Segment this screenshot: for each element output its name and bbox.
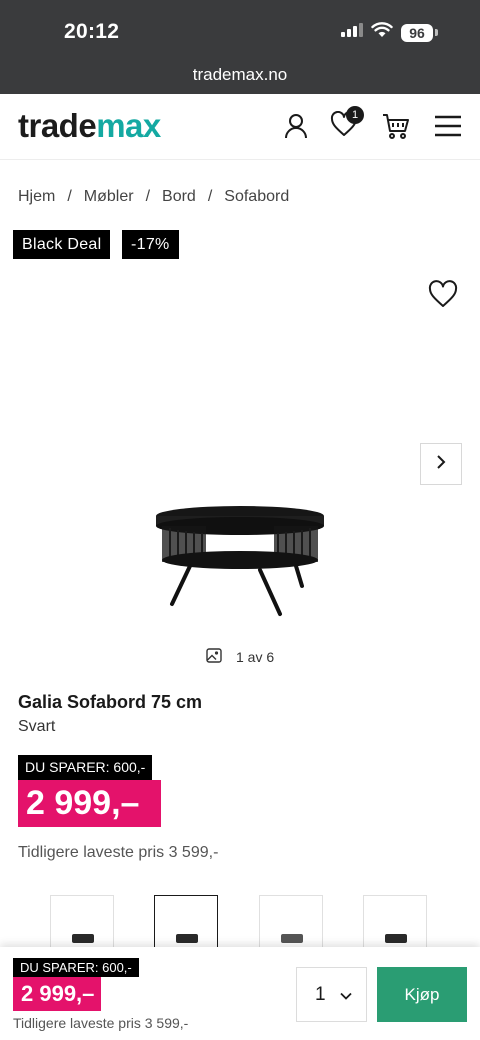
next-image-button[interactable] [420,443,462,485]
breadcrumb-item-mobler[interactable]: Møbler [84,188,134,206]
trademax-logo[interactable]: trademax [18,106,161,146]
status-bar: 20:12 96 [0,0,480,64]
sticky-savings-badge: DU SPARER: 600,- [13,958,139,977]
breadcrumb-item-hjem[interactable]: Hjem [18,188,55,206]
logo-text-max: max [96,107,161,144]
account-icon[interactable] [280,110,312,142]
sticky-price: 2 999,– [13,977,101,1011]
breadcrumb-separator: / [67,188,72,205]
battery-level: 96 [401,23,433,42]
quantity-select[interactable]: 1 [296,967,367,1022]
chevron-right-icon [436,454,446,475]
buy-button[interactable]: Kjøp [377,967,467,1022]
wifi-icon [371,22,393,43]
breadcrumb-item-sofabord[interactable]: Sofabord [224,188,289,206]
thumbnail-strip [0,895,480,955]
image-counter-text: 1 av 6 [236,649,275,665]
previous-lowest-price: Tidligere laveste pris 3 599,- [18,844,219,861]
thumbnail[interactable] [259,895,323,955]
product-title: Galia Sofabord 75 cm [18,692,203,712]
status-icons: 96 [341,22,438,43]
signal-icon [341,23,363,42]
discount-badge: -17% [122,230,179,259]
thumbnail-image [281,934,303,943]
thumbnail-image [72,934,94,943]
battery-icon [435,29,438,36]
chevron-down-icon [340,984,352,1006]
thumbnail-active[interactable] [154,895,218,955]
image-icon [206,648,222,666]
product-price: 2 999,– [18,780,161,827]
breadcrumb-item-bord[interactable]: Bord [162,188,196,206]
quantity-value: 1 [315,983,326,1005]
wishlist-count-badge: 1 [346,106,364,124]
thumbnail-image [385,934,407,943]
menu-icon[interactable] [432,110,464,142]
breadcrumb-separator: / [145,188,151,205]
image-counter: 1 av 6 [206,648,274,666]
savings-badge: DU SPARER: 600,- [18,755,153,780]
heart-icon [428,280,458,312]
breadcrumb: Hjem / Møbler / Bord / Sofabord [18,188,289,206]
product-image [150,500,330,625]
cart-icon[interactable] [380,110,412,142]
url-bar[interactable]: trademax.no [0,64,480,94]
black-deal-badge: Black Deal [13,230,111,259]
add-to-wishlist-button[interactable] [428,280,460,312]
status-time: 20:12 [64,20,120,43]
sticky-previous-price: Tidligere laveste pris 3 599,- [13,1015,189,1031]
product-variant: Svart [18,718,56,735]
sticky-purchase-bar: DU SPARER: 600,- 2 999,– Tidligere laves… [0,947,480,1040]
logo-text-trade: trade [18,107,97,144]
site-header: trademax 1 [0,94,480,160]
wishlist-header-button[interactable]: 1 [328,106,364,142]
thumbnail[interactable] [50,895,114,955]
thumbnail-image [176,934,198,943]
breadcrumb-separator: / [207,188,213,205]
thumbnail[interactable] [363,895,427,955]
